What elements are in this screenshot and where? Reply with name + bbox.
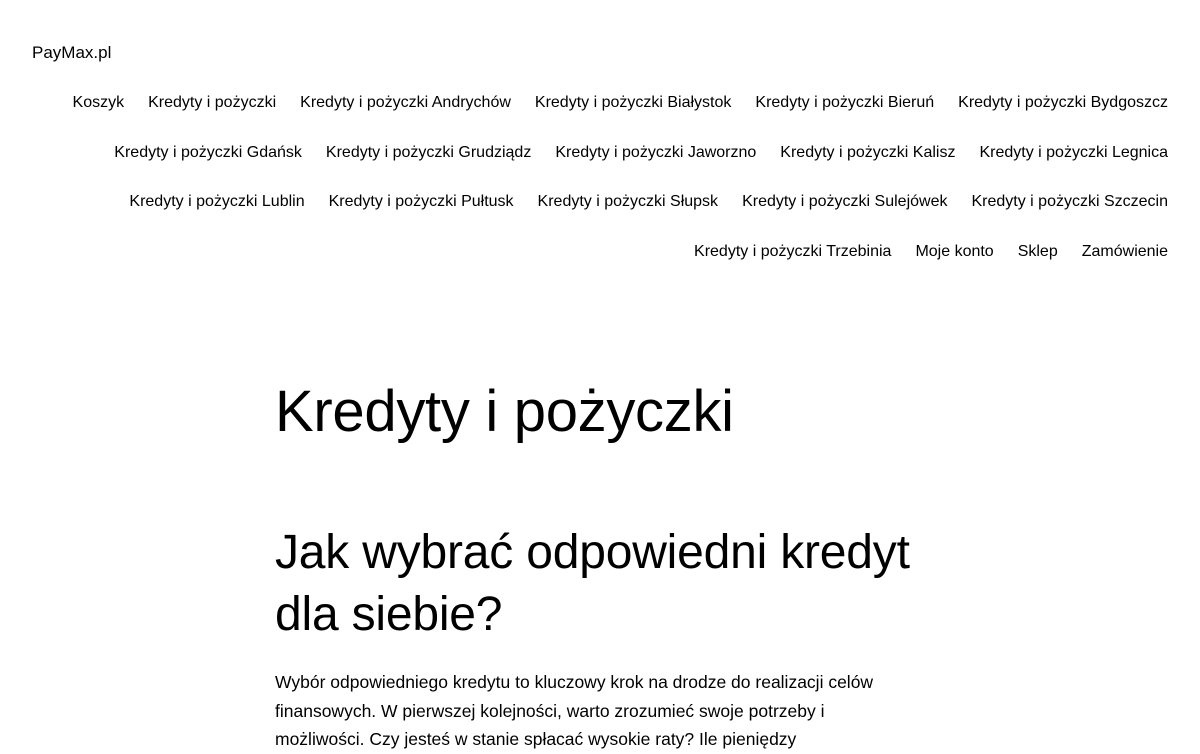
nav-item-moje-konto[interactable]: Moje konto <box>915 242 993 262</box>
nav-item-gdansk[interactable]: Kredyty i pożyczki Gdańsk <box>114 143 302 163</box>
nav-item-bierun[interactable]: Kredyty i pożyczki Bieruń <box>755 93 934 113</box>
nav-item-kalisz[interactable]: Kredyty i pożyczki Kalisz <box>780 143 955 163</box>
nav-item-legnica[interactable]: Kredyty i pożyczki Legnica <box>979 143 1168 163</box>
nav-item-lublin[interactable]: Kredyty i pożyczki Lublin <box>129 192 304 212</box>
nav-item-szczecin[interactable]: Kredyty i pożyczki Szczecin <box>971 192 1168 212</box>
nav-item-bialystok[interactable]: Kredyty i pożyczki Białystok <box>535 93 732 113</box>
main-content: Kredyty i pożyczki Jak wybrać odpowiedni… <box>275 372 915 754</box>
nav-item-zamowienie[interactable]: Zamówienie <box>1082 242 1168 262</box>
nav-item-andrychow[interactable]: Kredyty i pożyczki Andrychów <box>300 93 511 113</box>
nav-item-sklep[interactable]: Sklep <box>1018 242 1058 262</box>
nav-item-jaworzno[interactable]: Kredyty i pożyczki Jaworzno <box>555 143 756 163</box>
main-navigation: Koszyk Kredyty i pożyczki Kredyty i poży… <box>48 78 1168 277</box>
nav-item-grudziadz[interactable]: Kredyty i pożyczki Grudziądz <box>326 143 531 163</box>
article-paragraph: Wybór odpowiedniego kredytu to kluczowy … <box>275 672 874 749</box>
page-title: Kredyty i pożyczki <box>275 379 734 444</box>
nav-item-bydgoszcz[interactable]: Kredyty i pożyczki Bydgoszcz <box>958 93 1168 113</box>
nav-row: Koszyk Kredyty i pożyczki Kredyty i poży… <box>48 78 1168 128</box>
site-title-link[interactable]: PayMax.pl <box>32 42 111 64</box>
nav-item-kredyty-i-pozyczki[interactable]: Kredyty i pożyczki <box>148 93 276 113</box>
nav-item-slupsk[interactable]: Kredyty i pożyczki Słupsk <box>538 192 719 212</box>
nav-row: Kredyty i pożyczki Lublin Kredyty i poży… <box>48 177 1168 227</box>
section-heading: Jak wybrać odpowiedni kredyt dla siebie? <box>275 526 910 641</box>
nav-row: Kredyty i pożyczki Trzebinia Moje konto … <box>48 227 1168 277</box>
nav-item-koszyk[interactable]: Koszyk <box>73 93 125 113</box>
nav-item-sulejowek[interactable]: Kredyty i pożyczki Sulejówek <box>742 192 947 212</box>
nav-item-pultusk[interactable]: Kredyty i pożyczki Pułtusk <box>329 192 514 212</box>
nav-item-trzebinia[interactable]: Kredyty i pożyczki Trzebinia <box>694 242 891 262</box>
nav-row: Kredyty i pożyczki Gdańsk Kredyty i poży… <box>48 128 1168 178</box>
